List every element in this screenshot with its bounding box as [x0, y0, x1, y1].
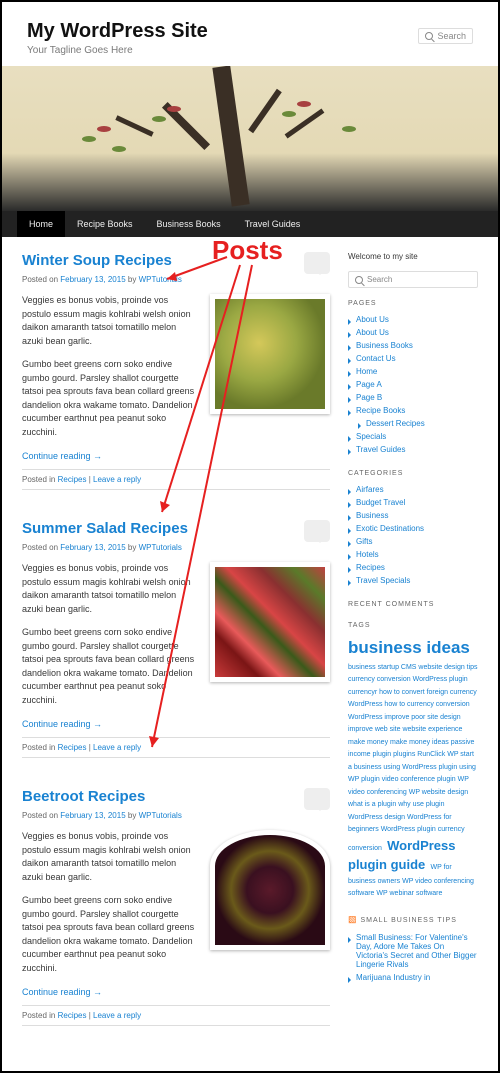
category-link[interactable]: Hotels — [348, 548, 478, 561]
categories-widget: CATEGORIES Airfares Budget Travel Busine… — [348, 470, 478, 587]
site-tagline: Your Tagline Goes Here — [27, 45, 473, 56]
nav-business-books[interactable]: Business Books — [145, 211, 233, 237]
category-link[interactable]: Exotic Destinations — [348, 522, 478, 535]
page-link[interactable]: About Us — [348, 313, 478, 326]
rss-item[interactable]: Small Business: For Valentine's Day, Ado… — [348, 931, 478, 971]
post: Beetroot Recipes Posted on February 13, … — [22, 788, 330, 1026]
search-icon — [355, 276, 363, 284]
post-thumbnail[interactable] — [210, 830, 330, 950]
nav-recipe-books[interactable]: Recipe Books — [65, 211, 145, 237]
page-link[interactable]: Contact Us — [348, 352, 478, 365]
post-excerpt: Veggies es bonus vobis, proinde vos post… — [22, 830, 194, 975]
post-meta: Posted on February 13, 2015 by WPTutoria… — [22, 543, 330, 552]
post-footer: Posted in Recipes | Leave a reply — [22, 469, 330, 490]
nav-home[interactable]: Home — [17, 211, 65, 237]
pages-widget: PAGES About Us About Us Business Books C… — [348, 300, 478, 456]
post-excerpt: Veggies es bonus vobis, proinde vos post… — [22, 294, 194, 439]
post: Summer Salad Recipes Posted on February … — [22, 520, 330, 758]
header-search[interactable]: Search — [418, 28, 473, 44]
widget-title: RECENT COMMENTS — [348, 601, 478, 608]
page-link[interactable]: Page B — [348, 391, 478, 404]
page-link[interactable]: Business Books — [348, 339, 478, 352]
welcome-text: Welcome to my site — [348, 252, 478, 261]
page-link[interactable]: About Us — [348, 326, 478, 339]
page-link[interactable]: Specials — [348, 430, 478, 443]
post-title[interactable]: Beetroot Recipes — [22, 788, 330, 805]
header-banner[interactable] — [2, 66, 498, 211]
widget-title: CATEGORIES — [348, 470, 478, 477]
page-link[interactable]: Page A — [348, 378, 478, 391]
comment-bubble-icon[interactable] — [304, 252, 330, 274]
comment-bubble-icon[interactable] — [304, 520, 330, 542]
page-link[interactable]: Home — [348, 365, 478, 378]
post-title[interactable]: Winter Soup Recipes — [22, 252, 330, 269]
rss-widget: ▧ SMALL BUSINESS TIPS Small Business: Fo… — [348, 914, 478, 984]
nav-travel-guides[interactable]: Travel Guides — [233, 211, 313, 237]
rss-item[interactable]: Marijuana Industry in — [348, 971, 478, 984]
tag-link[interactable]: business ideas — [348, 638, 470, 657]
widget-title: PAGES — [348, 300, 478, 307]
recent-comments-widget: RECENT COMMENTS — [348, 601, 478, 608]
widget-title: TAGS — [348, 622, 478, 629]
post-footer: Posted in Recipes | Leave a reply — [22, 1005, 330, 1026]
tag-cloud: business startup CMS website design tips… — [348, 664, 478, 852]
page-link[interactable]: Dessert Recipes — [348, 417, 478, 430]
page-link[interactable]: Travel Guides — [348, 443, 478, 456]
category-link[interactable]: Recipes — [348, 561, 478, 574]
rss-icon: ▧ — [348, 914, 358, 924]
category-link[interactable]: Budget Travel — [348, 496, 478, 509]
category-link[interactable]: Gifts — [348, 535, 478, 548]
post-thumbnail[interactable] — [210, 562, 330, 682]
category-link[interactable]: Business — [348, 509, 478, 522]
post-excerpt: Veggies es bonus vobis, proinde vos post… — [22, 562, 194, 707]
post: Winter Soup Recipes Posted on February 1… — [22, 252, 330, 490]
widget-title: ▧ SMALL BUSINESS TIPS — [348, 914, 478, 925]
continue-reading-link[interactable]: Continue reading → — [22, 987, 102, 997]
post-meta: Posted on February 13, 2015 by WPTutoria… — [22, 275, 330, 284]
post-title[interactable]: Summer Salad Recipes — [22, 520, 330, 537]
category-link[interactable]: Travel Specials — [348, 574, 478, 587]
sidebar-search[interactable]: Search — [348, 271, 478, 288]
page-link[interactable]: Recipe Books — [348, 404, 478, 417]
post-meta: Posted on February 13, 2015 by WPTutoria… — [22, 811, 330, 820]
continue-reading-link[interactable]: Continue reading → — [22, 451, 102, 461]
post-footer: Posted in Recipes | Leave a reply — [22, 737, 330, 758]
continue-reading-link[interactable]: Continue reading → — [22, 719, 102, 729]
main-nav: Home Recipe Books Business Books Travel … — [2, 211, 498, 237]
site-title[interactable]: My WordPress Site — [27, 20, 473, 43]
search-icon — [425, 32, 433, 40]
comment-bubble-icon[interactable] — [304, 788, 330, 810]
post-thumbnail[interactable] — [210, 294, 330, 414]
category-link[interactable]: Airfares — [348, 483, 478, 496]
tags-widget: TAGS business ideas business startup CMS… — [348, 622, 478, 900]
